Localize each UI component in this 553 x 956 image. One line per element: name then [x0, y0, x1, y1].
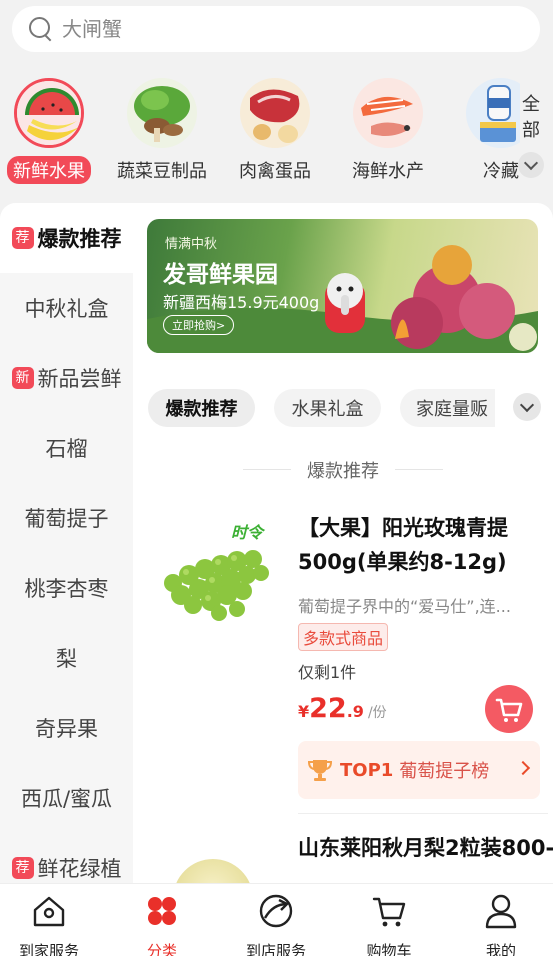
nav-home-service[interactable]: 到家服务 [0, 892, 104, 956]
add-to-cart-button[interactable] [485, 685, 533, 733]
chilled-icon [466, 78, 520, 148]
category-icon [148, 897, 176, 925]
product-title[interactable]: 【大果】阳光玫瑰青提500g(单果约8-12g) [298, 511, 543, 579]
sidebar-item-label: 石榴 [45, 437, 88, 461]
category-label: 蔬菜豆制品 [117, 161, 207, 182]
sidebar-item-label: 新品尝鲜 [37, 367, 122, 391]
nav-label: 我的 [485, 942, 516, 956]
sidebar-item-stone-fruit[interactable]: 桃李杏枣 [0, 553, 133, 623]
stock-text: 仅剩1件 [298, 663, 357, 682]
nav-label: 到店服务 [245, 942, 306, 956]
rank-top-label: TOP1 [340, 759, 394, 781]
category-label: 新鲜水果 [7, 156, 91, 184]
nav-cart[interactable]: 购物车 [334, 892, 444, 956]
chevron-down-icon[interactable] [513, 393, 541, 421]
search-bar[interactable] [12, 6, 540, 52]
sidebar-item-label: 葡萄提子 [24, 507, 109, 531]
subtab-gift-box[interactable]: 水果礼盒 [274, 389, 381, 427]
sidebar-item-label: 梨 [56, 647, 77, 671]
cart-icon [372, 897, 406, 927]
seafood-icon [353, 78, 423, 148]
nav-label: 分类 [146, 942, 177, 956]
banner-title: 发哥鲜果园 [163, 262, 278, 288]
category-meat-eggs[interactable]: 肉禽蛋品 [220, 78, 330, 184]
category-seafood[interactable]: 海鲜水产 [333, 78, 443, 184]
banner-kicker: 情满中秋 [165, 237, 218, 252]
banner-subtitle: 新疆西梅15.9元400g [163, 293, 320, 312]
recommend-tag: 荐 [11, 857, 34, 879]
product-image[interactable] [153, 513, 283, 633]
category-strip: 新鲜水果 蔬菜豆制品 肉禽蛋品 海鲜水产 冷藏 [0, 72, 520, 192]
home-icon [33, 896, 65, 927]
vegetable-icon [127, 78, 197, 148]
sidebar-item-label: 奇异果 [35, 717, 98, 741]
sidebar-item-pear[interactable]: 梨 [0, 623, 133, 693]
chevron-right-icon [515, 760, 531, 776]
category-label: 海鲜水产 [352, 161, 424, 182]
new-tag: 新 [11, 367, 34, 389]
store-icon [259, 894, 293, 928]
banner-cta-button[interactable]: 立即抢购> [163, 315, 235, 335]
sidebar-item-label: 爆款推荐 [37, 227, 122, 251]
category-fresh-fruit[interactable]: 新鲜水果 [0, 78, 104, 184]
product-price: ¥22.9/份 [298, 693, 387, 724]
product-image[interactable] [173, 859, 253, 883]
price-integer: 22 [309, 693, 347, 724]
multi-style-tag: 多款式商品 [298, 623, 389, 651]
nav-label: 到家服务 [18, 942, 79, 956]
nav-store-service[interactable]: 到店服务 [221, 892, 331, 956]
trophy-icon [307, 760, 333, 781]
nav-category[interactable]: 分类 [107, 892, 217, 956]
sidebar-item-flowers[interactable]: 荐 鲜花绿植 [0, 833, 133, 883]
currency-symbol: ¥ [298, 702, 310, 721]
subtab-family-pack[interactable]: 家庭量贩 [400, 389, 495, 427]
category-chilled[interactable]: 冷藏 [446, 78, 520, 184]
search-input[interactable] [62, 17, 482, 41]
fruit-icon [14, 78, 84, 148]
sidebar-item-label: 桃李杏枣 [24, 577, 109, 601]
seasonal-badge: 时令 [231, 523, 264, 542]
category-sidebar: 荐 爆款推荐 中秋礼盒 新 新品尝鲜 石榴 葡萄提子 桃李杏枣 梨 奇异果 西瓜… [0, 203, 133, 883]
main-panel: 荐 爆款推荐 中秋礼盒 新 新品尝鲜 石榴 葡萄提子 桃李杏枣 梨 奇异果 西瓜… [0, 203, 553, 883]
all-label: 部 [522, 120, 540, 141]
profile-icon [485, 894, 517, 929]
sidebar-item-label: 中秋礼盒 [24, 297, 109, 321]
sidebar-item-melon[interactable]: 西瓜/蜜瓜 [0, 763, 133, 833]
sidebar-item-mid-autumn[interactable]: 中秋礼盒 [0, 273, 133, 343]
all-label: 全 [522, 94, 540, 115]
section-title: 爆款推荐 [243, 457, 443, 483]
category-vegetables[interactable]: 蔬菜豆制品 [107, 78, 217, 184]
divider [298, 813, 548, 814]
recommend-tag: 荐 [11, 227, 34, 249]
sidebar-item-new[interactable]: 新 新品尝鲜 [0, 343, 133, 413]
product-description: 葡萄提子界中的“爱马仕”,连... [298, 597, 511, 616]
promo-banner[interactable]: 情满中秋 发哥鲜果园 新疆西梅15.9元400g 立即抢购> [147, 219, 538, 353]
nav-label: 购物车 [366, 942, 412, 956]
sidebar-item-hot[interactable]: 荐 爆款推荐 [0, 203, 133, 273]
rank-list-label: 葡萄提子榜 [399, 761, 490, 782]
sidebar-item-grapes[interactable]: 葡萄提子 [0, 483, 133, 553]
category-label: 肉禽蛋品 [239, 161, 311, 182]
subtab-hot[interactable]: 爆款推荐 [148, 389, 255, 427]
sidebar-item-kiwi[interactable]: 奇异果 [0, 693, 133, 763]
sidebar-item-pomegranate[interactable]: 石榴 [0, 413, 133, 483]
cart-icon [495, 698, 523, 722]
nav-profile[interactable]: 我的 [446, 892, 553, 956]
sidebar-item-label: 鲜花绿植 [37, 857, 122, 881]
product-title[interactable]: 山东莱阳秋月梨2粒装800-900g(单果约4 [298, 831, 553, 865]
ranking-link[interactable]: TOP1 葡萄提子榜 [298, 741, 540, 799]
chevron-down-icon [518, 152, 544, 178]
search-icon [28, 16, 54, 42]
bottom-nav: 到家服务 分类 到店服务 购物车 我的 [0, 883, 553, 956]
all-categories-button[interactable]: 全 部 [514, 92, 548, 178]
content-area: 情满中秋 发哥鲜果园 新疆西梅15.9元400g 立即抢购> 爆款推荐 水果礼盒… [133, 203, 553, 883]
meat-icon [240, 78, 310, 148]
price-decimal: .9 [346, 702, 364, 721]
price-unit: /份 [367, 705, 387, 721]
sidebar-item-label: 西瓜/蜜瓜 [20, 787, 113, 811]
